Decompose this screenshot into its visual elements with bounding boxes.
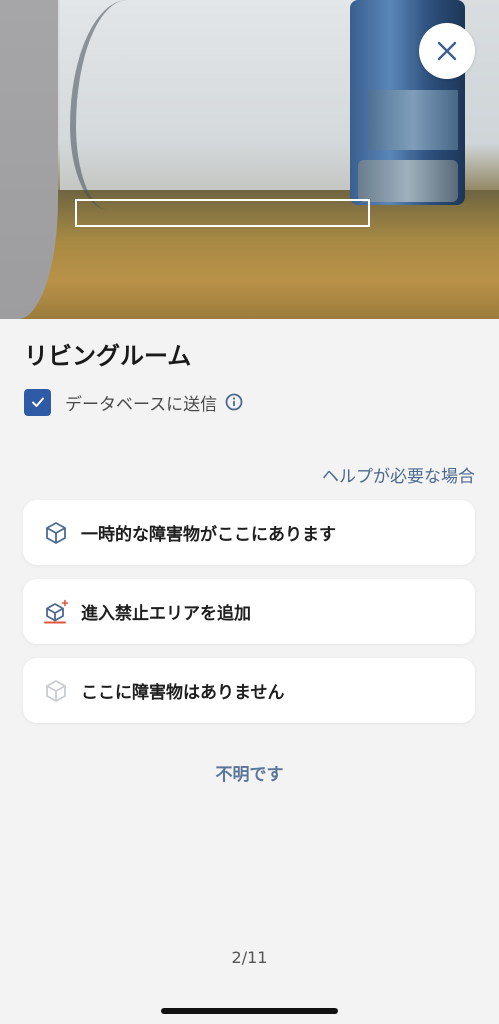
photo-bottle-cap <box>358 160 458 202</box>
option-label: 一時的な障害物がここにあります <box>81 525 336 545</box>
send-to-database-row[interactable]: データベースに送信 <box>24 388 243 416</box>
unknown-button[interactable]: 不明です <box>0 760 499 785</box>
box-outline-icon <box>46 679 66 702</box>
page-counter: 2/11 <box>231 948 268 967</box>
send-to-database-checkbox[interactable] <box>24 388 51 416</box>
detection-box <box>75 199 370 227</box>
info-icon[interactable] <box>225 393 243 411</box>
screen: リビングルーム データベースに送信 ヘルプが必要な場合 一時的な障害物がここにあ… <box>0 0 499 1024</box>
option-label: 進入禁止エリアを追加 <box>81 604 251 624</box>
option-add-no-go-zone[interactable]: 進入禁止エリアを追加 <box>23 579 475 644</box>
home-indicator[interactable] <box>161 1008 338 1014</box>
help-link[interactable]: ヘルプが必要な場合 <box>322 462 475 487</box>
box-icon <box>46 521 66 544</box>
option-label: ここに障害物はありません <box>81 683 285 703</box>
option-temporary-obstacle[interactable]: 一時的な障害物がここにあります <box>23 500 475 565</box>
close-icon <box>437 41 457 61</box>
checkmark-icon <box>31 397 44 407</box>
box-add-zone-icon <box>44 599 69 623</box>
room-title: リビングルーム <box>24 342 192 370</box>
photo-left-object <box>0 0 58 319</box>
photo-bottle-band <box>368 90 458 150</box>
send-to-database-label: データベースに送信 <box>65 394 218 415</box>
option-no-obstacle[interactable]: ここに障害物はありません <box>23 658 475 723</box>
close-button[interactable] <box>419 23 475 79</box>
